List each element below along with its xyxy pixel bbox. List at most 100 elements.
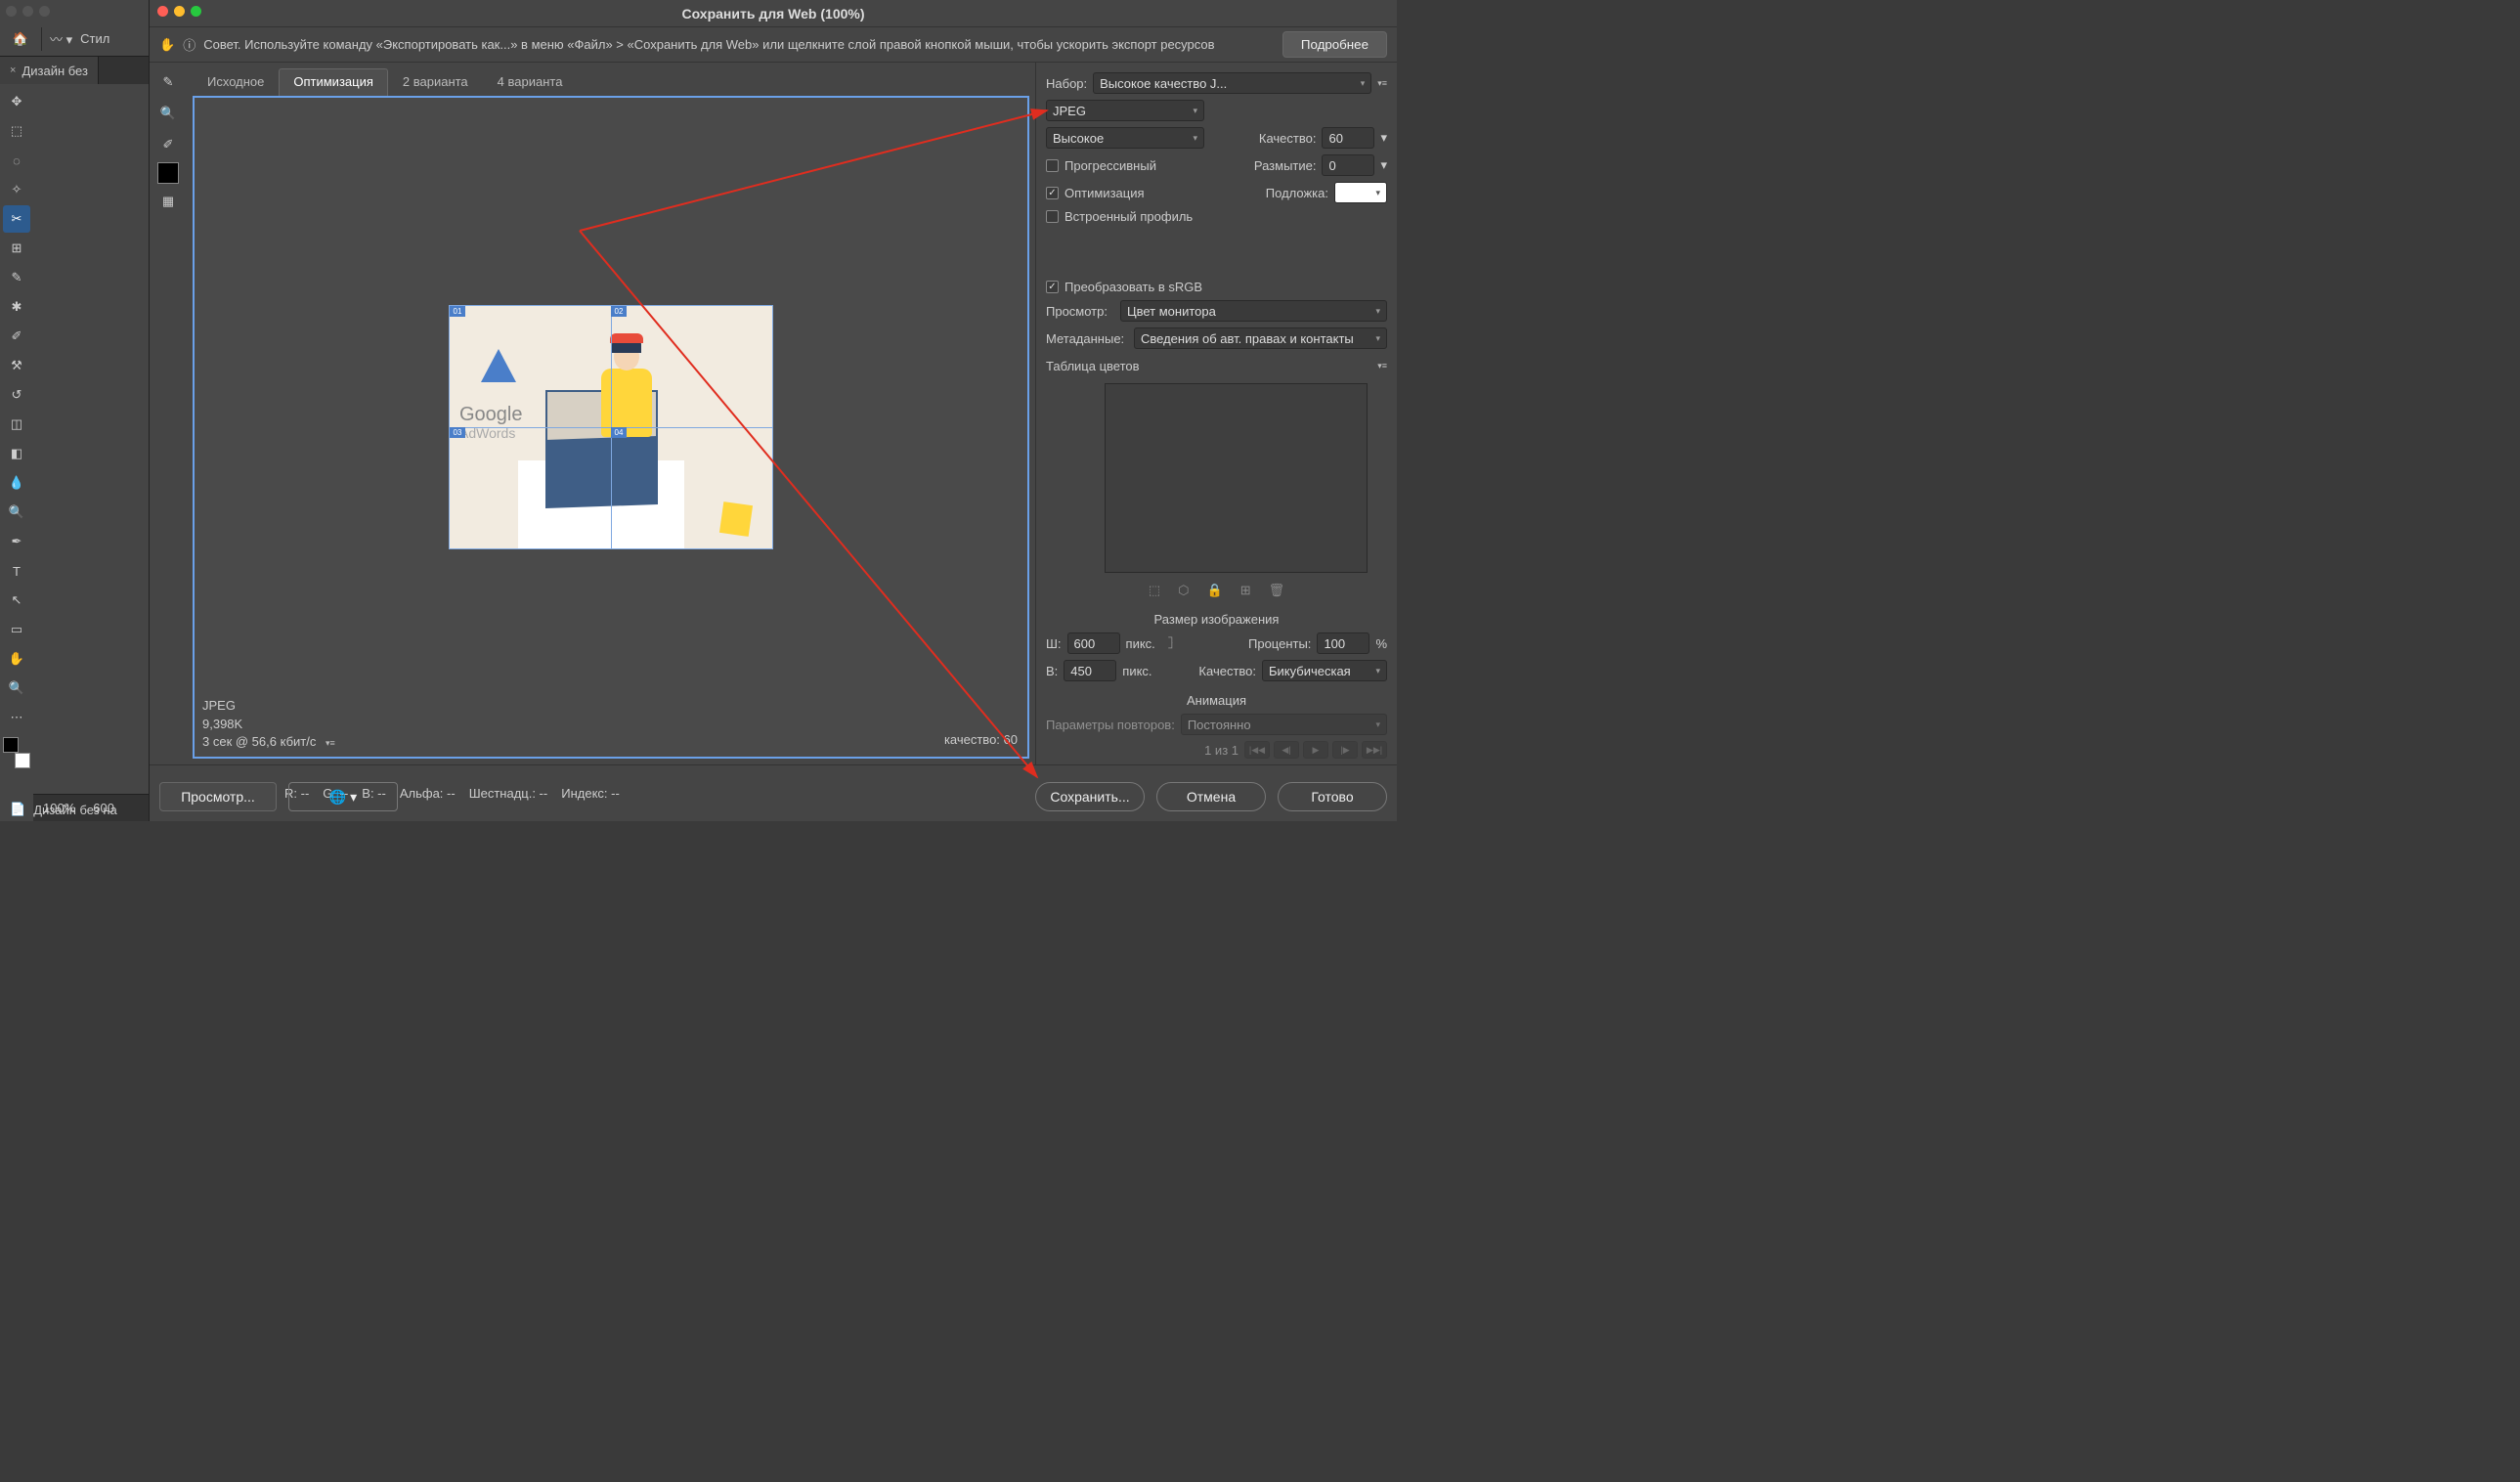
slice-visibility-icon[interactable]: ▦ (154, 188, 182, 215)
style-label: Стил (80, 31, 109, 46)
srgb-checkbox[interactable] (1046, 281, 1059, 293)
lasso-tool-icon[interactable]: ◌ (3, 147, 30, 174)
optimization-checkbox[interactable] (1046, 187, 1059, 199)
link-wh-icon[interactable]: ┐┘ (1161, 632, 1183, 654)
quality-input[interactable]: 60 (1322, 127, 1374, 149)
preview-mode-label: Просмотр: (1046, 304, 1114, 319)
preview-button[interactable]: Просмотр... (159, 782, 277, 811)
dlg-close-icon[interactable] (157, 6, 168, 17)
ps-traffic-yellow[interactable] (22, 6, 33, 17)
ps-traffic-red[interactable] (6, 6, 17, 17)
move-tool-icon[interactable]: ✥ (3, 88, 30, 115)
ct-cube-icon[interactable]: ⬡ (1178, 583, 1189, 598)
ct-trash-icon[interactable]: 🗑 (1269, 583, 1285, 598)
tab-original[interactable]: Исходное (193, 68, 279, 96)
height-input[interactable]: 450 (1064, 660, 1116, 681)
resample-select[interactable]: Бикубическая▾ (1262, 660, 1387, 681)
dialog-title: Сохранить для Web (100%) (681, 6, 864, 22)
quality-preset-select[interactable]: Высокое▾ (1046, 127, 1204, 149)
dodge-tool-icon[interactable]: 🔍 (3, 499, 30, 526)
pen-tool-icon[interactable]: ✒ (3, 528, 30, 555)
crop-tool-icon[interactable]: ✂ (3, 205, 30, 233)
quality-label: Качество: (1259, 131, 1317, 146)
home-icon[interactable]: 🏠 (8, 26, 33, 52)
tab-4up[interactable]: 4 варианта (483, 68, 578, 96)
hand-icon[interactable]: ✋ (159, 37, 175, 53)
tab-2up[interactable]: 2 варианта (388, 68, 483, 96)
stamp-tool-icon[interactable]: ⚒ (3, 352, 30, 379)
optimization-label: Оптимизация (1064, 186, 1145, 200)
browser-preview-button[interactable]: 🌐 ▾ (288, 782, 398, 811)
preset-menu-icon[interactable]: ▾≡ (1377, 78, 1387, 89)
last-frame-icon: ▶▶| (1362, 741, 1387, 759)
color-table (1105, 383, 1368, 573)
progressive-checkbox[interactable] (1046, 159, 1059, 172)
save-button[interactable]: Сохранить... (1035, 782, 1145, 811)
preview-mode-select[interactable]: Цвет монитора▾ (1120, 300, 1387, 322)
tab-optimized[interactable]: Оптимизация (279, 68, 388, 96)
blur-tool-icon[interactable]: 💧 (3, 469, 30, 497)
eyedropper-tool-icon[interactable]: ✎ (3, 264, 30, 291)
hand-tool-icon[interactable]: ✋ (3, 645, 30, 673)
ct-shift-icon[interactable]: ⬚ (1149, 583, 1160, 598)
color-swatch[interactable] (157, 162, 179, 184)
w-px: пикс. (1126, 636, 1155, 651)
slice-tool-icon[interactable]: ✎ (154, 68, 182, 96)
history-brush-tool-icon[interactable]: ↺ (3, 381, 30, 409)
info-size: 9,398K (202, 716, 335, 733)
slice-02: 02 (611, 306, 627, 317)
matte-label: Подложка: (1266, 186, 1328, 200)
heal-tool-icon[interactable]: ✱ (3, 293, 30, 321)
eraser-tool-icon[interactable]: ◫ (3, 411, 30, 438)
loop-label: Параметры повторов: (1046, 718, 1175, 732)
frame-label: 1 из 1 (1204, 743, 1238, 758)
zoom-tool-icon[interactable]: 🔍 (3, 675, 30, 702)
info-format: JPEG (202, 697, 335, 715)
more-tools-icon[interactable]: ⋯ (3, 704, 30, 731)
dlg-min-icon[interactable] (174, 6, 185, 17)
matte-select[interactable]: ▾ (1334, 182, 1387, 203)
zoom-tool-dlg-icon[interactable]: 🔍 (154, 100, 182, 127)
wand-tool-icon[interactable]: ✧ (3, 176, 30, 203)
speed-menu-icon[interactable]: ▾≡ (326, 738, 335, 748)
srgb-label: Преобразовать в sRGB (1064, 280, 1202, 294)
preset-select[interactable]: Высокое качество J...▾ (1093, 72, 1371, 94)
progressive-label: Прогрессивный (1064, 158, 1156, 173)
h-px: пикс. (1122, 664, 1151, 678)
blur-input[interactable]: 0 (1322, 154, 1374, 176)
width-input[interactable]: 600 (1067, 632, 1120, 654)
marquee-tool-icon[interactable]: ⬚ (3, 117, 30, 145)
embedded-checkbox[interactable] (1046, 210, 1059, 223)
brush-tool-icon[interactable]: ✐ (3, 323, 30, 350)
prev-frame-icon: ◀| (1274, 741, 1299, 759)
path-tool-icon[interactable]: ↖ (3, 587, 30, 614)
info-icon: ⓘ (183, 35, 196, 54)
fg-bg-swatch[interactable] (3, 737, 30, 768)
metadata-select[interactable]: Сведения об авт. правах и контакты▾ (1134, 327, 1387, 349)
shape-tool-icon[interactable]: ▭ (3, 616, 30, 643)
doc-tab[interactable]: × Дизайн без (0, 57, 99, 84)
ps-traffic-green[interactable] (39, 6, 50, 17)
cancel-button[interactable]: Отмена (1156, 782, 1266, 811)
animation-label: Анимация (1187, 693, 1246, 708)
embedded-label: Встроенный профиль (1064, 209, 1193, 224)
eyedropper-dlg-icon[interactable]: ✐ (154, 131, 182, 158)
preview-canvas[interactable]: Google AdWords 01 02 03 (193, 96, 1029, 759)
color-table-menu-icon[interactable]: ▾≡ (1377, 361, 1387, 371)
close-icon[interactable]: × (10, 65, 16, 76)
ct-lock-icon[interactable]: 🔒 (1207, 583, 1223, 598)
blur-slider-icon[interactable]: ▾ (1380, 157, 1387, 173)
first-frame-icon: |◀◀ (1244, 741, 1270, 759)
format-select[interactable]: JPEG▾ (1046, 100, 1204, 121)
more-button[interactable]: Подробнее (1282, 31, 1387, 58)
frame-tool-icon[interactable]: ⊞ (3, 235, 30, 262)
percent-input[interactable]: 100 (1317, 632, 1369, 654)
done-button[interactable]: Готово (1278, 782, 1387, 811)
gradient-tool-icon[interactable]: ◧ (3, 440, 30, 467)
brush-icon[interactable]: 〰 ▾ (50, 29, 72, 48)
ct-new-icon[interactable]: ⊞ (1240, 583, 1251, 598)
type-tool-icon[interactable]: T (3, 557, 30, 585)
percent-label: Проценты: (1248, 636, 1311, 651)
dlg-max-icon[interactable] (191, 6, 201, 17)
quality-slider-icon[interactable]: ▾ (1380, 130, 1387, 146)
